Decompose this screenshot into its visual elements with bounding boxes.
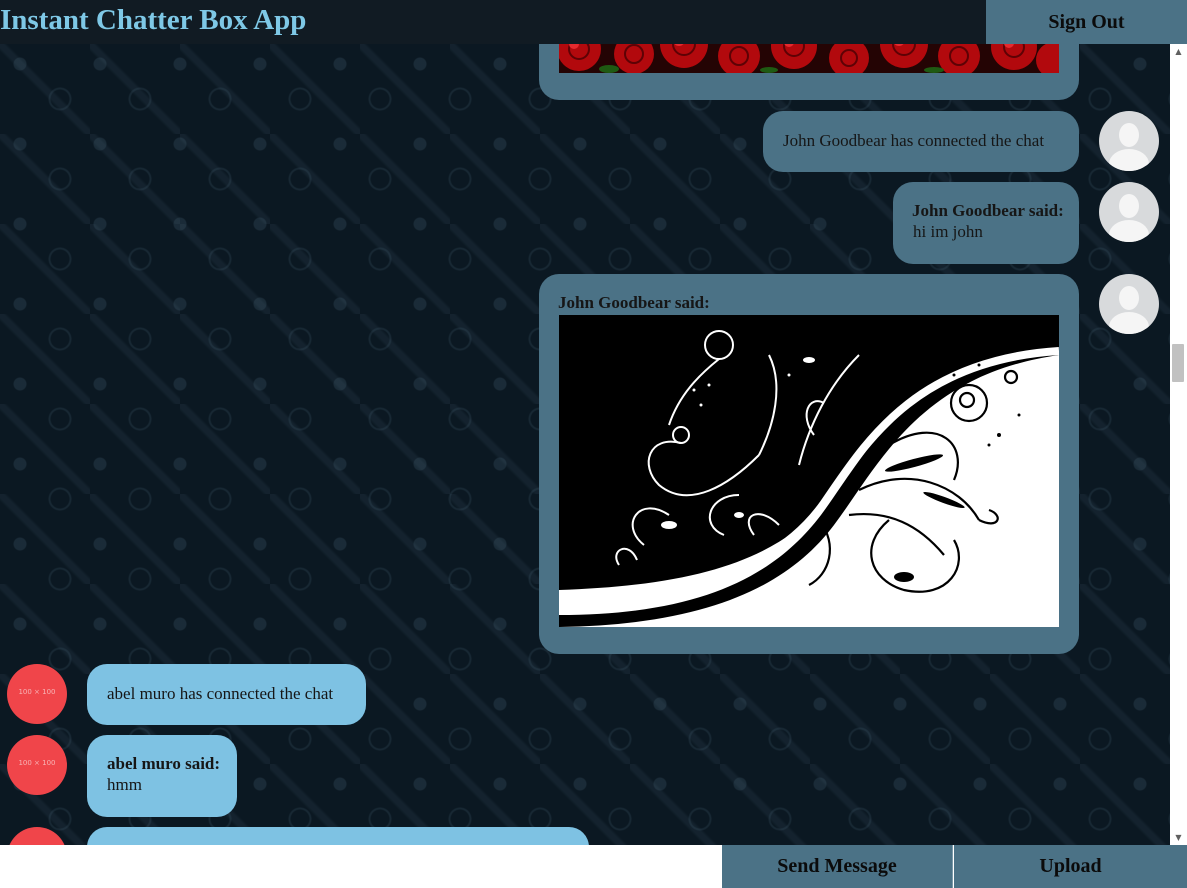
message-text: John Goodbear has connected the chat [783,131,1045,150]
message-sender: abel muro said: [107,754,221,773]
chat-message-image: John Goodbear said: [539,274,1079,654]
chat-message: abel muro said: hmm [87,735,237,817]
shared-image [559,315,1059,627]
upload-button[interactable]: Upload [954,845,1187,888]
scroll-thumb[interactable] [1172,344,1184,382]
app-header: Instant Chatter Box App Sign Out [0,0,1187,44]
default-user-icon [1119,286,1139,310]
app-title: Instant Chatter Box App [0,4,307,36]
chat-message: John Goodbear said: hi im john [893,182,1079,264]
send-message-button[interactable]: Send Message [722,845,953,888]
user-avatar-placeholder [7,827,67,845]
chat-message-partial [87,827,589,845]
user-avatar-placeholder: 100 × 100 [7,735,67,795]
user-avatar [1099,111,1159,171]
rose-image [559,44,1059,73]
chat-message-status: John Goodbear has connected the chat [763,111,1079,172]
chat-messages[interactable]: John Goodbear has connected the chat Joh… [0,44,1170,845]
scroll-up-arrow-icon[interactable]: ▲ [1170,44,1187,59]
default-user-icon [1119,123,1139,147]
sign-out-button[interactable]: Sign Out [986,0,1187,44]
chat-message-image [539,44,1079,100]
avatar-placeholder-text: 100 × 100 [18,759,56,767]
message-text: hi im john [913,222,983,241]
message-text: abel muro has connected the chat [107,684,334,703]
message-input[interactable] [0,845,722,888]
user-avatar-placeholder: 100 × 100 [7,664,67,724]
avatar-placeholder-text: 100 × 100 [18,688,56,696]
floral-swirl-image [559,315,1059,627]
user-avatar [1099,182,1159,242]
composer-bar: Send Message Upload [0,845,1187,888]
chat-scrollbar[interactable]: ▲ ▼ [1170,44,1187,845]
rose-image-art [559,44,1059,73]
message-sender: John Goodbear said: [558,293,710,312]
default-user-icon [1119,194,1139,218]
message-text: hmm [107,775,142,794]
scroll-down-arrow-icon[interactable]: ▼ [1170,830,1187,845]
user-avatar [1099,274,1159,334]
chat-message-status: abel muro has connected the chat [87,664,366,725]
message-sender: John Goodbear said: [912,201,1064,220]
